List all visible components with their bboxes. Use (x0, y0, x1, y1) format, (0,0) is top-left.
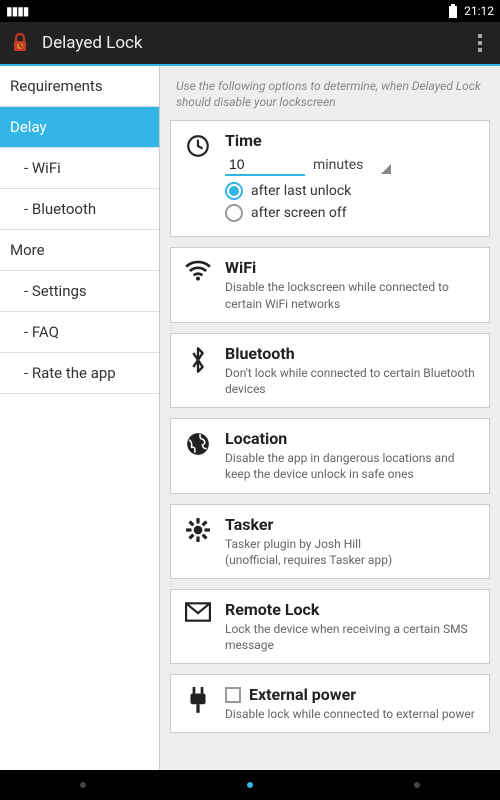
overflow-menu-button[interactable] (468, 31, 492, 55)
nav-recent-icon[interactable] (414, 782, 420, 788)
wifi-title: WiFi (225, 258, 477, 277)
radio-after-screen-off[interactable]: after screen off (225, 204, 477, 222)
nav-home-icon[interactable] (247, 782, 253, 788)
radio-after-unlock[interactable]: after last unlock (225, 182, 477, 200)
status-bar: ▮▮▮▮ 21:12 (0, 0, 500, 22)
wifi-icon (183, 258, 213, 311)
radio-icon (225, 204, 243, 222)
wifi-card[interactable]: WiFi Disable the lockscreen while connec… (170, 247, 490, 322)
time-title: Time (225, 131, 477, 150)
remote-lock-card[interactable]: Remote Lock Lock the device when receivi… (170, 589, 490, 664)
app-icon (8, 31, 32, 55)
radio-label: after last unlock (251, 183, 351, 199)
external-power-card[interactable]: External power Disable lock while connec… (170, 674, 490, 733)
remote-desc: Lock the device when receiving a certain… (225, 621, 477, 653)
hint-text: Use the following options to determine, … (170, 76, 490, 120)
signal-icon: ▮▮▮▮ (6, 4, 28, 18)
battery-icon (448, 4, 458, 18)
tasker-title: Tasker (225, 515, 477, 534)
tasker-card[interactable]: Tasker Tasker plugin by Josh Hill (unoff… (170, 504, 490, 579)
sidebar-item-delay[interactable]: Delay (0, 107, 159, 148)
action-bar: Delayed Lock (0, 22, 500, 66)
time-unit: minutes (313, 157, 363, 173)
time-card[interactable]: Time minutes after last unlock after scr… (170, 120, 490, 237)
nav-back-icon[interactable] (80, 782, 86, 788)
tasker-desc: Tasker plugin by Josh Hill (unofficial, … (225, 536, 477, 568)
power-checkbox[interactable] (225, 687, 241, 703)
sidebar-item-rate[interactable]: - Rate the app (0, 353, 159, 394)
sidebar-item-bluetooth[interactable]: - Bluetooth (0, 189, 159, 230)
sidebar-item-requirements[interactable]: Requirements (0, 66, 159, 107)
remote-title: Remote Lock (225, 600, 477, 619)
power-title: External power (249, 685, 356, 704)
sidebar: Requirements Delay - WiFi - Bluetooth Mo… (0, 66, 160, 770)
sidebar-item-faq[interactable]: - FAQ (0, 312, 159, 353)
bluetooth-title: Bluetooth (225, 344, 477, 363)
location-desc: Disable the app in dangerous locations a… (225, 450, 477, 482)
globe-icon (183, 429, 213, 482)
main-panel: Use the following options to determine, … (160, 66, 500, 770)
sidebar-item-wifi[interactable]: - WiFi (0, 148, 159, 189)
location-title: Location (225, 429, 477, 448)
bluetooth-card[interactable]: Bluetooth Don't lock while connected to … (170, 333, 490, 408)
nav-bar (0, 770, 500, 800)
app-title: Delayed Lock (42, 33, 468, 53)
radio-label: after screen off (251, 205, 347, 221)
envelope-icon (183, 600, 213, 653)
bluetooth-icon (183, 344, 213, 397)
sidebar-item-settings[interactable]: - Settings (0, 271, 159, 312)
bluetooth-desc: Don't lock while connected to certain Bl… (225, 365, 477, 397)
location-card[interactable]: Location Disable the app in dangerous lo… (170, 418, 490, 493)
spinner-icon[interactable] (381, 164, 391, 174)
time-input[interactable] (225, 154, 305, 176)
power-desc: Disable lock while connected to external… (225, 706, 477, 722)
plug-icon (183, 685, 213, 722)
clock-icon (183, 131, 213, 226)
wifi-desc: Disable the lockscreen while connected t… (225, 279, 477, 311)
radio-icon (225, 182, 243, 200)
status-time: 21:12 (464, 4, 494, 18)
gear-icon (183, 515, 213, 568)
sidebar-item-more[interactable]: More (0, 230, 159, 271)
